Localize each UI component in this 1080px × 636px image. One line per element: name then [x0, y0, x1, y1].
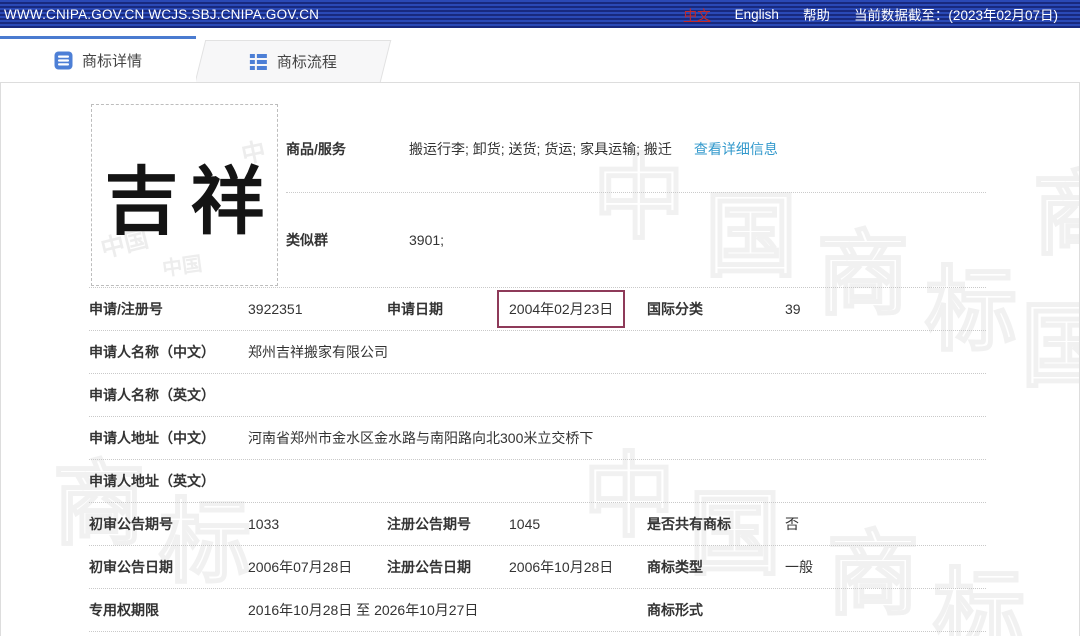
data-cutoff-date: 当前数据截至：(2023年02月07日): [854, 4, 1058, 24]
app-date-label: 申请日期: [387, 299, 509, 319]
applicant-address-zh-value: 河南省郑州市金水区金水路与南阳路向北300米立交桥下: [248, 428, 986, 448]
shared-mark-value: 否: [785, 514, 986, 534]
table-row: 初审公告日期 2006年07月28日 注册公告日期 2006年10月28日 商标…: [89, 545, 986, 588]
view-details-link[interactable]: 查看详细信息: [694, 139, 778, 159]
shared-mark-label: 是否共有商标: [647, 514, 785, 534]
similar-group-value: 3901;: [409, 232, 444, 248]
language-english-link[interactable]: English: [735, 7, 779, 22]
goods-services-row: 商品/服务 搬运行李; 卸货; 送货; 货运; 家具运输; 搬迁 查看详细信息: [286, 83, 986, 192]
tab-label: 商标流程: [277, 51, 337, 72]
table-row: 专用权期限 2016年10月28日 至 2026年10月27日 商标形式: [89, 588, 986, 631]
reg-notice-no-value: 1045: [509, 516, 647, 532]
flow-list-icon: [249, 52, 268, 71]
table-row: 申请/注册号 3922351 申请日期 2004年02月23日 国际分类 39: [89, 287, 986, 330]
tab-label: 商标详情: [82, 50, 142, 71]
tab-trademark-details[interactable]: 商标详情: [0, 36, 196, 82]
help-link[interactable]: 帮助: [803, 4, 830, 24]
applicant-name-zh-value: 郑州吉祥搬家有限公司: [248, 342, 986, 362]
tab-strip: 商标详情 商标流程: [0, 28, 1080, 82]
table-row: 申请人名称（中文） 郑州吉祥搬家有限公司: [89, 330, 986, 373]
exclusive-right-term-value: 2016年10月28日 至 2026年10月27日: [248, 600, 647, 620]
trademark-type-label: 商标类型: [647, 557, 785, 577]
applicant-name-zh-label: 申请人名称（中文）: [89, 342, 248, 362]
applicant-address-zh-label: 申请人地址（中文）: [89, 428, 248, 448]
goods-services-value: 搬运行李; 卸货; 送货; 货运; 家具运输; 搬迁: [409, 139, 672, 159]
trademark-image: 中 中国 中国 吉祥: [91, 104, 278, 286]
site-domains: WWW.CNIPA.GOV.CN WCJS.SBJ.CNIPA.GOV.CN: [4, 7, 319, 22]
intl-class-value: 39: [785, 301, 986, 317]
language-chinese-link[interactable]: 中文: [684, 4, 711, 24]
applicant-address-en-label: 申请人地址（英文）: [89, 471, 248, 491]
detail-list-icon: [54, 51, 73, 70]
reg-notice-date-label: 注册公告日期: [387, 557, 509, 577]
goods-services-label: 商品/服务: [286, 139, 409, 159]
table-row: 申请人地址（中文） 河南省郑州市金水区金水路与南阳路向北300米立交桥下: [89, 416, 986, 459]
table-row: 申请人地址（英文）: [89, 459, 986, 502]
image-watermark: 中国: [160, 247, 204, 281]
similar-group-label: 类似群: [286, 230, 409, 250]
intl-class-label: 国际分类: [647, 299, 785, 319]
reg-notice-no-label: 注册公告期号: [387, 514, 509, 534]
tab-trademark-flow[interactable]: 商标流程: [195, 40, 391, 82]
prelim-notice-date-label: 初审公告日期: [89, 557, 248, 577]
reg-no-value: 3922351: [248, 301, 387, 317]
applicant-name-en-label: 申请人名称（英文）: [89, 385, 248, 405]
app-date-value-highlighted: 2004年02月23日: [497, 290, 625, 328]
prelim-notice-no-value: 1033: [248, 516, 387, 532]
detail-fields-table: 申请/注册号 3922351 申请日期 2004年02月23日 国际分类 39 …: [89, 287, 986, 632]
trademark-summary-section: 中 中国 中国 吉祥 商品/服务 搬运行李; 卸货; 送货; 货运; 家具运输;…: [1, 83, 1079, 287]
trademark-form-label: 商标形式: [647, 600, 785, 620]
table-row: 初审公告期号 1033 注册公告期号 1045 是否共有商标 否: [89, 502, 986, 545]
reg-notice-date-value: 2006年10月28日: [509, 557, 647, 577]
trademark-type-value: 一般: [785, 557, 986, 577]
top-bar: WWW.CNIPA.GOV.CN WCJS.SBJ.CNIPA.GOV.CN 中…: [0, 0, 1080, 28]
prelim-notice-no-label: 初审公告期号: [89, 514, 248, 534]
reg-no-label: 申请/注册号: [89, 299, 248, 319]
similar-group-row: 类似群 3901;: [286, 192, 986, 287]
prelim-notice-date-value: 2006年07月28日: [248, 557, 387, 577]
exclusive-right-term-label: 专用权期限: [89, 600, 248, 620]
table-row: 申请人名称（英文）: [89, 373, 986, 416]
trademark-text: 吉祥: [93, 142, 277, 249]
trademark-detail-panel: 中国商标国商商标中国商标 中 中国 中国 吉祥 商品/服务 搬运行李; 卸货; …: [0, 82, 1080, 636]
